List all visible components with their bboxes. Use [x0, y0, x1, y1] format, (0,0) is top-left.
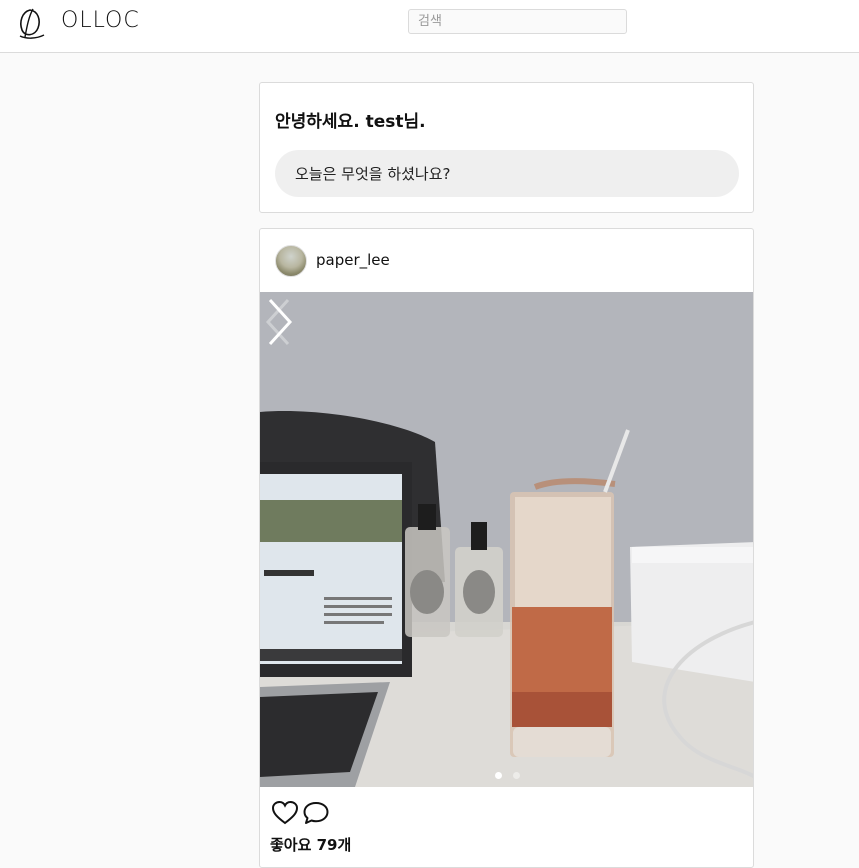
heart-icon[interactable] — [271, 800, 299, 826]
post-username[interactable]: paper_lee — [316, 251, 390, 269]
top-navigation-bar: OLLOC — [0, 0, 859, 53]
olloc-logo-icon[interactable] — [16, 6, 46, 40]
greeting-card: 안녕하세요. test님. 오늘은 무엇을 하셨나요? — [259, 82, 754, 213]
brand-name[interactable]: OLLOC — [61, 8, 140, 33]
feed-post: paper_lee 좋아요 79개 — [259, 228, 754, 868]
post-header: paper_lee — [260, 229, 753, 292]
search-input[interactable] — [408, 9, 627, 34]
carousel-next-icon[interactable] — [260, 292, 300, 352]
avatar[interactable] — [275, 245, 307, 277]
greeting-title: 안녕하세요. test님. — [275, 112, 426, 132]
carousel-dot-2[interactable] — [513, 772, 521, 779]
post-photo-illustration — [260, 292, 753, 787]
post-photo[interactable] — [260, 292, 753, 787]
comment-icon[interactable] — [302, 800, 330, 826]
likes-count[interactable]: 좋아요 79개 — [270, 834, 351, 855]
carousel-dot-1[interactable] — [494, 772, 502, 779]
new-post-prompt-button[interactable]: 오늘은 무엇을 하셨나요? — [275, 150, 739, 197]
carousel-indicator — [260, 764, 753, 779]
